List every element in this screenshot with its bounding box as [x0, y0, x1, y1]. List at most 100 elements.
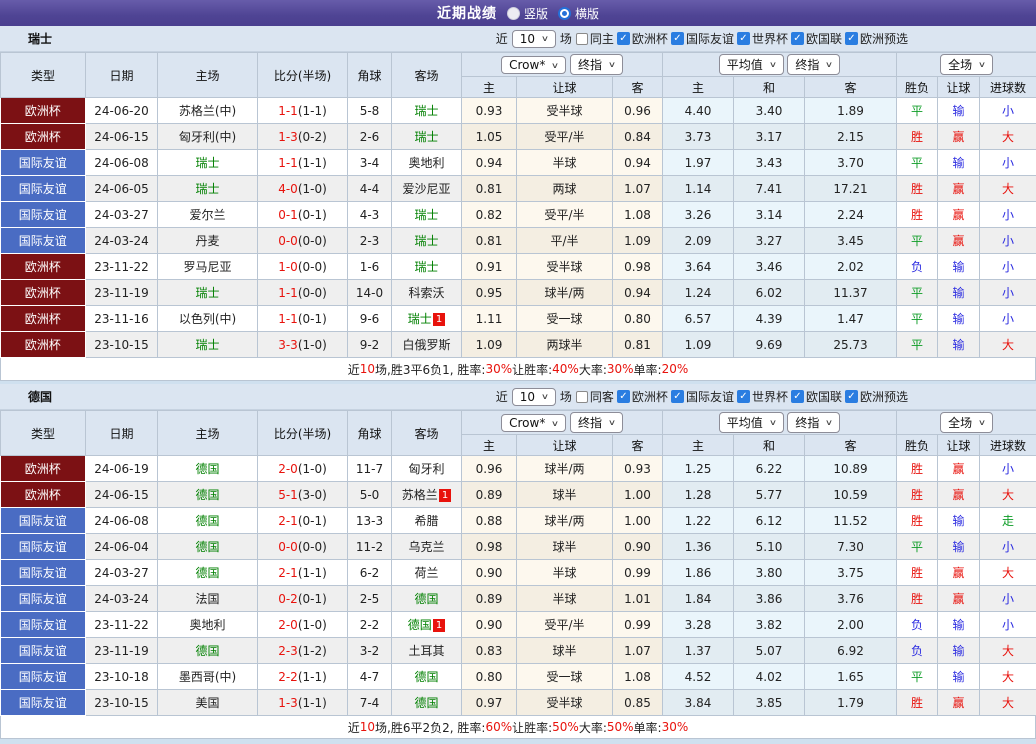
competition-filter-欧国联[interactable]: ✓ 欧国联 — [790, 388, 842, 405]
same-venue-checkbox[interactable] — [575, 390, 588, 403]
match-date-cell: 24-06-08 — [85, 149, 158, 176]
home-team-cell: 爱尔兰 — [157, 201, 258, 228]
match-date-cell: 24-06-20 — [85, 97, 158, 124]
fulltime-score: 1-0 — [278, 259, 298, 274]
competition-checkbox[interactable]: ✓ — [844, 390, 858, 403]
rounds-select[interactable]: 10 ∨ — [511, 29, 556, 48]
home-team-cell: 瑞士 — [157, 331, 258, 358]
sub-header-5: 客 — [804, 434, 898, 456]
away-team-cell: 土耳其 — [391, 637, 462, 664]
same-venue-label: 同客 — [589, 390, 614, 404]
odds-company-select[interactable]: Crow* ∨ — [501, 56, 567, 74]
competition-checkbox[interactable]: ✓ — [616, 32, 630, 45]
competition-checkbox[interactable]: ✓ — [670, 390, 684, 403]
chevron-down-icon: ∨ — [551, 60, 560, 70]
competition-filter-国际友谊[interactable]: ✓ 国际友谊 — [670, 30, 734, 47]
halftime-score: (1-0) — [297, 337, 327, 352]
avg-home-odds-cell: 3.26 — [662, 201, 735, 228]
handicap-result-cell: 赢 — [937, 559, 981, 586]
home-odds-cell: 0.95 — [461, 279, 517, 306]
fulltime-score: 2-0 — [278, 461, 298, 476]
competition-checkbox[interactable]: ✓ — [790, 390, 804, 403]
same-venue-label: 同主 — [589, 32, 614, 46]
handicap-cell: 球半/两 — [516, 507, 613, 534]
final-average-select[interactable]: 终指 ∨ — [787, 54, 841, 75]
competition-filter-世界杯[interactable]: ✓ 世界杯 — [736, 388, 788, 405]
handicap-result-cell: 赢 — [937, 123, 981, 150]
win-draw-loss-cell: 胜 — [896, 455, 939, 482]
match-scope-select[interactable]: 全场 ∨ — [940, 412, 993, 433]
matches-table: 类型 日期 主场 比分(半场) 角球 客场 Crow* ∨ 终指 ∨ 平均值 ∨ 终指 ∨ 全场 ∨ 主让球… — [0, 410, 1036, 716]
avg-draw-odds-cell: 4.39 — [733, 305, 806, 332]
summary-text-segment: 场,胜3平6负1, 胜率: — [375, 362, 486, 377]
corners-cell: 2-3 — [347, 227, 392, 254]
home-team-name: 墨西哥(中) — [178, 670, 237, 684]
match-scope-select[interactable]: 全场 ∨ — [940, 54, 993, 75]
fulltime-score: 2-1 — [278, 565, 298, 580]
summary-text-segment: 10 — [359, 720, 376, 734]
radio-horizontal-layout[interactable]: 横版 — [558, 5, 599, 22]
competition-checkbox[interactable]: ✓ — [670, 32, 684, 45]
team-section-瑞士: 瑞士近 10 ∨ 场同主 ✓ 欧洲杯 ✓ 国际友谊 ✓ 世界杯 ✓ 欧国联 ✓ 欧洲预选 类型 日期 主场 比分(… — [0, 26, 1036, 381]
competition-checkbox[interactable]: ✓ — [844, 32, 858, 45]
away-odds-cell: 0.81 — [611, 331, 664, 358]
final-average-select[interactable]: 终指 ∨ — [787, 412, 841, 433]
home-team-name: 奥地利 — [189, 618, 226, 632]
home-odds-cell: 0.97 — [461, 689, 517, 716]
handicap-result-cell: 赢 — [937, 455, 981, 482]
match-type-cell: 国际友谊 — [0, 149, 86, 176]
section-header: 德国近 10 ∨ 场同客 ✓ 欧洲杯 ✓ 国际友谊 ✓ 世界杯 ✓ 欧国联 ✓ 欧洲预选 — [0, 384, 1036, 410]
rounds-select[interactable]: 10 ∨ — [511, 387, 556, 406]
radio-icon-horizontal[interactable] — [558, 6, 571, 20]
goals-result-cell: 小 — [979, 279, 1036, 306]
competition-filter-世界杯[interactable]: ✓ 世界杯 — [736, 30, 788, 47]
competition-filter-国际友谊[interactable]: ✓ 国际友谊 — [670, 388, 734, 405]
away-team-cell: 瑞士 — [391, 227, 462, 254]
avg-away-odds-cell: 3.70 — [804, 149, 898, 176]
competition-filter-欧国联[interactable]: ✓ 欧国联 — [790, 30, 842, 47]
same-venue-filter[interactable]: 同主 — [575, 30, 614, 47]
score-cell: 0-0(0-0) — [257, 533, 348, 560]
away-odds-cell: 1.07 — [611, 175, 664, 202]
sections-container: 瑞士近 10 ∨ 场同主 ✓ 欧洲杯 ✓ 国际友谊 ✓ 世界杯 ✓ 欧国联 ✓ 欧洲预选 类型 日期 主场 比分(… — [0, 26, 1036, 739]
rounds-unit-label: 场 — [559, 390, 572, 404]
away-team-cell: 瑞士 — [391, 201, 462, 228]
score-cell: 2-0(1-0) — [257, 455, 348, 482]
competition-filter-欧洲预选[interactable]: ✓ 欧洲预选 — [844, 388, 908, 405]
competition-filter-欧洲预选[interactable]: ✓ 欧洲预选 — [844, 30, 908, 47]
average-select[interactable]: 平均值 ∨ — [718, 54, 784, 75]
away-odds-cell: 0.80 — [611, 305, 664, 332]
sub-header-2: 客 — [611, 434, 664, 456]
radio-vertical-layout[interactable]: 竖版 — [506, 5, 548, 22]
summary-text-segment: 20% — [661, 362, 689, 376]
competition-checkbox[interactable]: ✓ — [616, 390, 630, 403]
same-venue-checkbox[interactable] — [575, 32, 588, 45]
score-cell: 2-2(1-1) — [257, 663, 348, 690]
halftime-score: (0-1) — [297, 311, 327, 326]
average-odds-group: 平均值 ∨ 终指 ∨ — [662, 410, 898, 435]
home-odds-cell: 1.05 — [461, 123, 517, 150]
same-venue-filter[interactable]: 同客 — [575, 388, 614, 405]
average-select[interactable]: 平均值 ∨ — [718, 412, 784, 433]
home-team-name: 德国 — [195, 462, 220, 476]
goals-result-cell: 大 — [979, 663, 1036, 690]
competition-checkbox[interactable]: ✓ — [736, 390, 750, 403]
competition-filter-欧洲杯[interactable]: ✓ 欧洲杯 — [616, 388, 668, 405]
summary-row: 近 10 场,胜6平2负2, 胜率: 60% 让胜率: 50% 大率: 50% 单率: 30… — [0, 716, 1036, 739]
score-cell: 2-1(0-1) — [257, 507, 348, 534]
competition-filter-欧洲杯[interactable]: ✓ 欧洲杯 — [616, 30, 668, 47]
radio-vertical-label: 竖版 — [523, 6, 548, 21]
final-odds-select[interactable]: 终指 ∨ — [570, 54, 623, 75]
away-team-name: 爱沙尼亚 — [402, 182, 451, 196]
competition-checkbox[interactable]: ✓ — [736, 32, 750, 45]
sub-header-1: 让球 — [516, 76, 613, 98]
competition-checkbox[interactable]: ✓ — [790, 32, 804, 45]
fulltime-score: 0-1 — [278, 207, 298, 222]
score-cell: 2-3(1-2) — [257, 637, 348, 664]
sub-header-1: 让球 — [516, 434, 613, 456]
final-odds-select[interactable]: 终指 ∨ — [570, 412, 623, 433]
match-type-cell: 国际友谊 — [0, 559, 86, 586]
avg-draw-odds-cell: 3.82 — [733, 611, 806, 638]
odds-company-select[interactable]: Crow* ∨ — [501, 414, 567, 432]
radio-icon-vertical[interactable] — [506, 6, 520, 20]
